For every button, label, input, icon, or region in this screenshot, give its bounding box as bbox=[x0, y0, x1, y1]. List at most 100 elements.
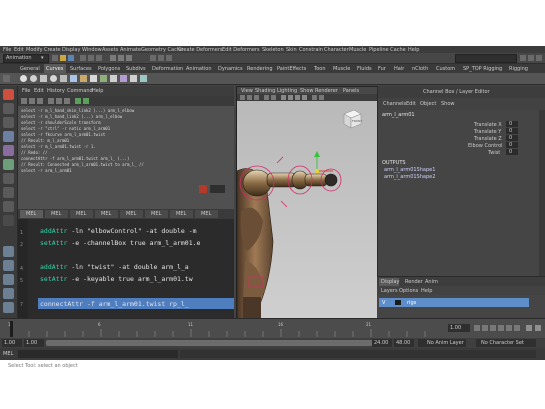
four-view-layout-icon[interactable] bbox=[3, 260, 14, 271]
paint-select-tool-icon[interactable] bbox=[3, 117, 14, 128]
insert-knot-icon[interactable] bbox=[90, 75, 97, 82]
range-bar[interactable] bbox=[46, 340, 392, 346]
script-tab-mel-7[interactable]: MEL bbox=[170, 210, 193, 218]
offset-curve-icon[interactable] bbox=[110, 75, 117, 82]
auto-key-icon[interactable] bbox=[526, 325, 532, 331]
detach-curves-icon[interactable] bbox=[80, 75, 87, 82]
script-menu-history[interactable]: History bbox=[47, 88, 65, 94]
script-tab-mel-8[interactable]: MEL bbox=[195, 210, 218, 218]
soft-modification-icon[interactable] bbox=[3, 187, 14, 198]
shelf-tab-custom[interactable]: Custom bbox=[436, 66, 455, 72]
perspective-viewport[interactable]: View Shading Lighting Show Renderer Pane… bbox=[236, 86, 378, 350]
show-channel-box-icon[interactable] bbox=[520, 55, 526, 61]
shelf-tab-polygons[interactable]: Polygons bbox=[98, 66, 120, 72]
save-script-icon[interactable] bbox=[37, 98, 43, 104]
layer-visibility-toggle[interactable]: V bbox=[382, 300, 385, 306]
layer-menu-help[interactable]: Help bbox=[421, 288, 432, 294]
shelf-tab-rendering[interactable]: Rendering bbox=[247, 66, 273, 72]
curve-editing-icon[interactable] bbox=[140, 75, 147, 82]
render-icon[interactable] bbox=[150, 55, 156, 61]
time-slider[interactable]: 1 6 11 16 21 1.00 bbox=[0, 318, 545, 339]
channel-box-side-tabs[interactable] bbox=[539, 110, 545, 276]
current-time-marker[interactable] bbox=[10, 321, 13, 337]
source-script-icon[interactable] bbox=[29, 98, 35, 104]
shelf-tab-ncloth[interactable]: nCloth bbox=[412, 66, 428, 72]
show-tool-settings-icon[interactable] bbox=[536, 55, 542, 61]
attr-value-field[interactable]: 0 bbox=[506, 135, 518, 141]
channel-menu-channels[interactable]: Channels bbox=[383, 101, 406, 107]
shelf-tab-curves[interactable]: Curves bbox=[44, 64, 66, 73]
go-to-end-icon[interactable] bbox=[514, 325, 520, 331]
snap-curve-icon[interactable] bbox=[118, 55, 124, 61]
save-scene-icon[interactable] bbox=[68, 55, 74, 61]
current-frame-field[interactable]: 1.00 bbox=[448, 324, 470, 332]
command-input[interactable] bbox=[18, 350, 178, 358]
xray-icon[interactable] bbox=[319, 95, 324, 100]
camera-attributes-icon[interactable] bbox=[247, 95, 252, 100]
square-curve-icon[interactable] bbox=[60, 75, 67, 82]
persp-graph-layout-icon[interactable] bbox=[3, 288, 14, 299]
open-script-icon[interactable] bbox=[21, 98, 27, 104]
select-tool-icon[interactable] bbox=[3, 89, 14, 100]
clear-all-icon[interactable] bbox=[64, 98, 70, 104]
script-menu-help[interactable]: Help bbox=[92, 88, 103, 94]
open-scene-icon[interactable] bbox=[60, 55, 66, 61]
anim-layer-dropdown[interactable]: No Anim Layer bbox=[418, 339, 466, 347]
isolate-select-icon[interactable] bbox=[312, 95, 317, 100]
add-points-icon[interactable] bbox=[130, 75, 137, 82]
show-attribute-editor-icon[interactable] bbox=[528, 55, 534, 61]
universal-manipulator-icon[interactable] bbox=[3, 173, 14, 184]
output-node[interactable]: arm_l_arm01Shape1 bbox=[384, 167, 435, 173]
attr-value-field[interactable]: 0 bbox=[506, 128, 518, 134]
layer-menu-options[interactable]: Options bbox=[399, 288, 418, 294]
layer-row[interactable]: V rigs bbox=[379, 298, 529, 307]
circle-curve-icon[interactable] bbox=[50, 75, 57, 82]
step-forward-icon[interactable] bbox=[506, 325, 512, 331]
channel-menu-show[interactable]: Show bbox=[441, 101, 455, 107]
end-time-field[interactable]: 48.00 bbox=[394, 339, 414, 347]
playback-start-field[interactable]: 1.00 bbox=[24, 339, 44, 347]
shelf-menu-icon[interactable] bbox=[3, 75, 10, 82]
shelf-tab-dynamics[interactable]: Dynamics bbox=[218, 66, 243, 72]
execute-all-icon[interactable] bbox=[75, 98, 81, 104]
layer-tab-display[interactable]: Display bbox=[379, 278, 399, 286]
script-tab-mel-3[interactable]: MEL bbox=[70, 210, 93, 218]
select-object-icon[interactable] bbox=[88, 55, 94, 61]
shelf-tab-fur[interactable]: Fur bbox=[378, 66, 386, 72]
textured-icon[interactable] bbox=[295, 95, 300, 100]
ep-curve-icon[interactable] bbox=[30, 75, 37, 82]
bookmark-icon[interactable] bbox=[254, 95, 259, 100]
rebuild-curve-icon[interactable] bbox=[120, 75, 127, 82]
shelf-tab-muscle[interactable]: Muscle bbox=[333, 66, 350, 72]
script-tab-mel-2[interactable]: MEL bbox=[45, 210, 68, 218]
play-forward-icon[interactable] bbox=[498, 325, 504, 331]
script-input-panel[interactable]: 1 2 4 5 7 addAttr -ln "elbowControl" -at… bbox=[18, 219, 234, 318]
shelf-tab-fluids[interactable]: Fluids bbox=[357, 66, 372, 72]
execute-selected-icon[interactable] bbox=[83, 98, 89, 104]
layer-tab-render[interactable]: Render bbox=[405, 279, 423, 285]
channel-menu-edit[interactable]: Edit bbox=[406, 101, 416, 107]
playback-end-field[interactable]: 24.00 bbox=[372, 339, 392, 347]
wireframe-icon[interactable] bbox=[281, 95, 286, 100]
show-manipulator-icon[interactable] bbox=[3, 201, 14, 212]
script-menu-command[interactable]: Command bbox=[67, 88, 93, 94]
cv-curve-icon[interactable] bbox=[20, 75, 27, 82]
shelf-tab-sp-top-rigging[interactable]: SP_TOP Rigging bbox=[463, 66, 502, 72]
shelf-tab-toon[interactable]: Toon bbox=[314, 66, 326, 72]
shelf-tab-painteffects[interactable]: PaintEffects bbox=[277, 66, 306, 72]
script-tab-mel-4[interactable]: MEL bbox=[95, 210, 118, 218]
hypershade-layout-icon[interactable] bbox=[3, 302, 14, 313]
script-menu-edit[interactable]: Edit bbox=[34, 88, 44, 94]
extend-curve-icon[interactable] bbox=[100, 75, 107, 82]
grid-toggle-icon[interactable] bbox=[264, 95, 269, 100]
select-camera-icon[interactable] bbox=[240, 95, 245, 100]
shelf-tab-rigging[interactable]: Rigging bbox=[509, 66, 528, 72]
shelf-tab-surfaces[interactable]: Surfaces bbox=[70, 66, 92, 72]
shelf-tab-deformation[interactable]: Deformation bbox=[152, 66, 183, 72]
rotate-tool-icon[interactable] bbox=[3, 145, 14, 156]
script-tab-mel-6[interactable]: MEL bbox=[145, 210, 168, 218]
command-language-label[interactable]: MEL bbox=[3, 351, 13, 357]
animation-preferences-icon[interactable] bbox=[535, 325, 541, 331]
new-scene-icon[interactable] bbox=[52, 55, 58, 61]
persp-outliner-layout-icon[interactable] bbox=[3, 274, 14, 285]
